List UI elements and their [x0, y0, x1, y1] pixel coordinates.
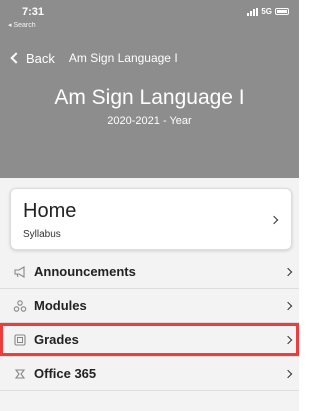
battery-icon	[275, 8, 289, 15]
course-term: 2020-2021 - Year	[107, 115, 192, 127]
chevron-right-icon	[269, 215, 279, 225]
office-icon	[13, 367, 27, 381]
status-time: 7:31	[22, 6, 45, 18]
status-indicators: 5G	[247, 7, 289, 16]
menu-item-modules[interactable]: Modules	[0, 289, 299, 323]
back-label: Back	[26, 50, 55, 66]
signal-icon	[247, 7, 259, 16]
back-button[interactable]: Back	[0, 51, 55, 66]
menu-label: Office 365	[34, 366, 97, 381]
menu-label: Grades	[34, 332, 79, 347]
navigation-bar: Back Am Sign Language I	[0, 44, 299, 72]
chevron-right-icon	[283, 335, 293, 344]
chevron-right-icon	[283, 267, 293, 276]
chevron-right-icon	[283, 369, 293, 378]
menu-item-office-365[interactable]: Office 365	[0, 357, 299, 391]
chevron-right-icon	[283, 301, 293, 310]
course-title: Am Sign Language I	[54, 86, 245, 109]
chevron-left-icon	[10, 52, 22, 64]
home-title: Home	[23, 200, 77, 222]
menu-label: Modules	[34, 298, 87, 313]
home-subtitle: Syllabus	[23, 229, 61, 240]
course-header: 7:31 ◂ Search 5G Back Am Sign Language I…	[0, 0, 299, 178]
status-bar: 7:31 ◂ Search 5G	[0, 0, 299, 40]
course-screen: 7:31 ◂ Search 5G Back Am Sign Language I…	[0, 0, 299, 411]
menu-label: Announcements	[34, 264, 136, 279]
menu-item-grades[interactable]: Grades	[0, 323, 299, 357]
course-menu: Announcements Modules Grades Office 365	[0, 255, 299, 391]
menu-item-announcements[interactable]: Announcements	[0, 255, 299, 289]
network-label: 5G	[261, 7, 272, 16]
home-card[interactable]: Home Syllabus	[10, 188, 292, 250]
megaphone-icon	[13, 265, 27, 279]
nav-title: Am Sign Language I	[68, 51, 178, 65]
modules-icon	[13, 299, 27, 313]
return-to-search-link[interactable]: ◂ Search	[8, 21, 36, 29]
grades-icon	[13, 333, 27, 347]
